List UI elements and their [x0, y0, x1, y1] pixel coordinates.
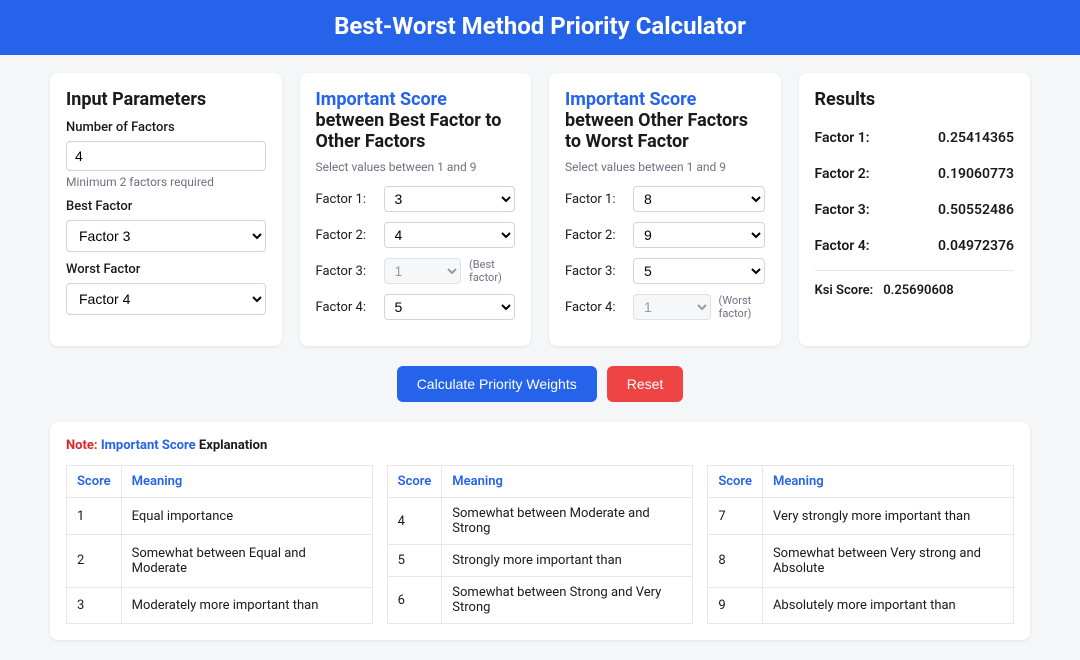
score-cell: 4 — [387, 498, 442, 545]
num-factors-label: Number of Factors — [66, 120, 266, 135]
result-row: Factor 4: 0.04972376 — [815, 228, 1015, 264]
results-card: Results Factor 1: 0.25414365 Factor 2: 0.19… — [799, 73, 1031, 346]
score-cell: 5 — [387, 545, 442, 577]
best-score-select: 1 — [384, 258, 462, 284]
result-value: 0.19060773 — [938, 166, 1014, 182]
table-row: 7Very strongly more important than — [708, 498, 1014, 534]
worst-factor-label: Worst Factor — [66, 262, 266, 277]
others-to-worst-title: Important Score between Other Factors to… — [565, 89, 765, 152]
score-header: Score — [708, 466, 763, 498]
best-factor-select[interactable]: Factor 3 — [66, 220, 266, 252]
score-header: Score — [387, 466, 442, 498]
worst-score-select: 1 — [633, 294, 711, 320]
meaning-header: Meaning — [121, 466, 372, 498]
best-to-others-card: Important Score between Best Factor to O… — [300, 73, 532, 346]
best-row: Factor 3: 1 (Best factor) — [316, 258, 516, 284]
worst-score-select[interactable]: 8 — [633, 186, 765, 212]
explanation-table: ScoreMeaning4Somewhat between Moderate a… — [387, 465, 694, 624]
factor-label: Factor 3: — [316, 264, 376, 279]
best-score-select[interactable]: 4 — [384, 222, 516, 248]
num-factors-hint: Minimum 2 factors required — [66, 175, 266, 189]
worst-score-select[interactable]: 9 — [633, 222, 765, 248]
best-factor-label: Best Factor — [66, 199, 266, 214]
meaning-cell: Somewhat between Very strong and Absolut… — [762, 534, 1013, 587]
explanation-table: ScoreMeaning7Very strongly more importan… — [707, 465, 1014, 624]
worst-factor-note: (Worst factor) — [719, 294, 765, 320]
results-title: Results — [815, 89, 1015, 110]
best-to-others-title: Important Score between Best Factor to O… — [316, 89, 516, 152]
meaning-cell: Strongly more important than — [442, 545, 693, 577]
worst-score-select[interactable]: 5 — [633, 258, 765, 284]
score-cell: 2 — [67, 534, 122, 587]
num-factors-input[interactable] — [66, 141, 266, 171]
explanation-card: Note: Important Score Explanation ScoreM… — [50, 422, 1030, 640]
worst-row: Factor 3: 5 — [565, 258, 765, 284]
factor-label: Factor 2: — [316, 228, 376, 243]
factor-label: Factor 1: — [316, 192, 376, 207]
best-hint: Select values between 1 and 9 — [316, 160, 516, 174]
meaning-cell: Somewhat between Strong and Very Strong — [442, 577, 693, 624]
result-row: Factor 2: 0.19060773 — [815, 156, 1015, 192]
table-row: 2Somewhat between Equal and Moderate — [67, 534, 373, 587]
factor-label: Factor 1: — [565, 192, 625, 207]
page-title: Best-Worst Method Priority Calculator — [334, 12, 746, 40]
others-to-worst-card: Important Score between Other Factors to… — [549, 73, 781, 346]
explanation-title: Note: Important Score Explanation — [66, 438, 1014, 453]
best-factor-note: (Best factor) — [469, 258, 515, 284]
meaning-cell: Equal importance — [121, 498, 372, 534]
factor-label: Factor 2: — [565, 228, 625, 243]
result-row: Factor 3: 0.50552486 — [815, 192, 1015, 228]
table-row: 8Somewhat between Very strong and Absolu… — [708, 534, 1014, 587]
reset-button[interactable]: Reset — [607, 366, 684, 402]
input-parameters-title: Input Parameters — [66, 89, 266, 110]
worst-row: Factor 2: 9 — [565, 222, 765, 248]
table-row: 6Somewhat between Strong and Very Strong — [387, 577, 693, 624]
ksi-label: Ksi Score: — [815, 283, 874, 298]
calculate-button[interactable]: Calculate Priority Weights — [397, 366, 597, 402]
score-header: Score — [67, 466, 122, 498]
worst-factor-select[interactable]: Factor 4 — [66, 283, 266, 315]
score-cell: 6 — [387, 577, 442, 624]
result-value: 0.25414365 — [938, 130, 1014, 146]
table-row: 1Equal importance — [67, 498, 373, 534]
divider — [815, 270, 1015, 271]
worst-row: Factor 4: 1 (Worst factor) — [565, 294, 765, 320]
meaning-cell: Very strongly more important than — [762, 498, 1013, 534]
explanation-table: ScoreMeaning1Equal importance2Somewhat b… — [66, 465, 373, 624]
score-cell: 8 — [708, 534, 763, 587]
table-row: 5Strongly more important than — [387, 545, 693, 577]
result-value: 0.04972376 — [938, 238, 1014, 254]
result-label: Factor 3: — [815, 202, 870, 218]
factor-label: Factor 4: — [565, 300, 625, 315]
ksi-row: Ksi Score: 0.25690608 — [815, 277, 1015, 298]
result-label: Factor 1: — [815, 130, 870, 146]
input-parameters-card: Input Parameters Number of Factors Minim… — [50, 73, 282, 346]
best-row: Factor 2: 4 — [316, 222, 516, 248]
worst-row: Factor 1: 8 — [565, 186, 765, 212]
factor-label: Factor 3: — [565, 264, 625, 279]
result-value: 0.50552486 — [938, 202, 1014, 218]
best-row: Factor 4: 5 — [316, 294, 516, 320]
meaning-header: Meaning — [762, 466, 1013, 498]
best-score-select[interactable]: 5 — [384, 294, 516, 320]
meaning-cell: Somewhat between Moderate and Strong — [442, 498, 693, 545]
score-cell: 1 — [67, 498, 122, 534]
best-row: Factor 1: 3 — [316, 186, 516, 212]
best-score-select[interactable]: 3 — [384, 186, 516, 212]
factor-label: Factor 4: — [316, 300, 376, 315]
table-row: 4Somewhat between Moderate and Strong — [387, 498, 693, 545]
score-cell: 7 — [708, 498, 763, 534]
meaning-header: Meaning — [442, 466, 693, 498]
result-label: Factor 2: — [815, 166, 870, 182]
ksi-value: 0.25690608 — [883, 283, 954, 298]
meaning-cell: Somewhat between Equal and Moderate — [121, 534, 372, 587]
worst-hint: Select values between 1 and 9 — [565, 160, 765, 174]
result-row: Factor 1: 0.25414365 — [815, 120, 1015, 156]
page-header: Best-Worst Method Priority Calculator — [0, 0, 1080, 55]
result-label: Factor 4: — [815, 238, 870, 254]
